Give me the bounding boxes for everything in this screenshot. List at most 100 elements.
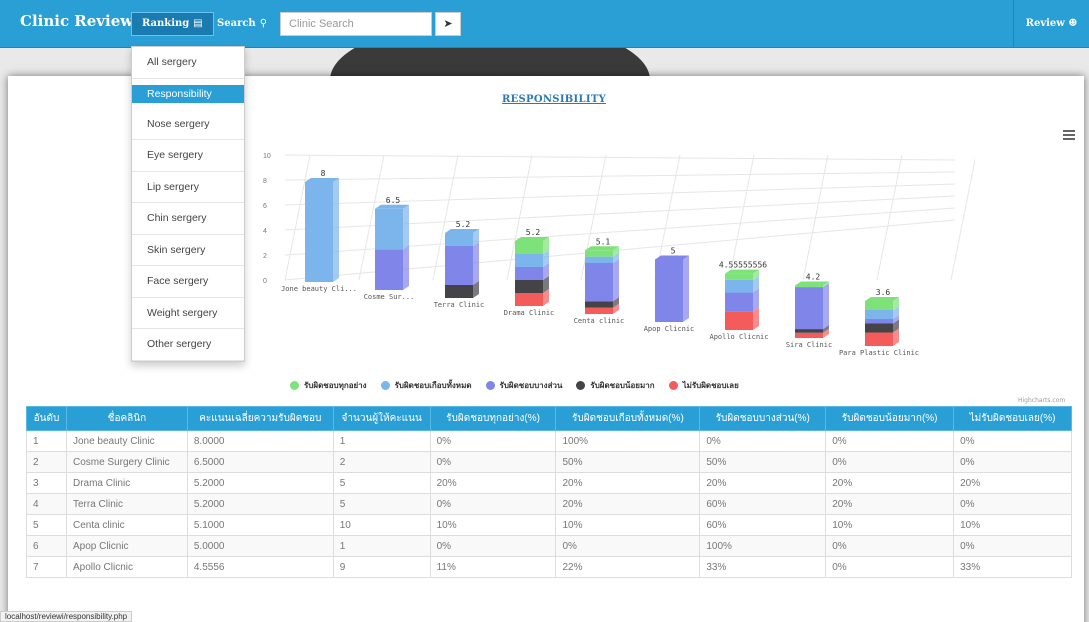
table-cell: 0% bbox=[699, 430, 827, 452]
table-cell: 1 bbox=[26, 430, 67, 452]
data-label: 5.1 bbox=[596, 237, 611, 246]
grid-line bbox=[284, 154, 956, 161]
ranking-menu-button[interactable]: Ranking ▤ bbox=[131, 12, 214, 36]
bar-segment bbox=[585, 256, 613, 263]
table-header-cell[interactable]: คะแนนเฉลี่ยความรับผิดชอบ bbox=[186, 406, 334, 431]
legend-dot-icon bbox=[576, 380, 586, 390]
dropdown-item[interactable]: Other sergery bbox=[132, 329, 244, 361]
table-row[interactable]: 4 Terra Clinic 5.2000 5 0% 20% 60% 20% 0% bbox=[26, 493, 1072, 515]
bar-side bbox=[333, 178, 339, 282]
dropdown-item[interactable]: All sergery bbox=[132, 47, 244, 79]
bar-segment bbox=[795, 285, 823, 288]
y-tick-label: 0 bbox=[263, 278, 267, 285]
table-row[interactable]: 7 Apollo Clicnic 4.5556 9 11% 22% 33% 0% 33% bbox=[26, 556, 1072, 578]
data-label: 5 bbox=[671, 247, 676, 256]
data-label: 5.2 bbox=[456, 220, 471, 229]
legend-item[interactable]: รับผิดชอบทุกอย่าง bbox=[290, 379, 367, 392]
bar-segment bbox=[305, 182, 333, 282]
table-cell: 5.2000 bbox=[186, 472, 334, 494]
table-cell: 8.0000 bbox=[186, 430, 334, 452]
table-cell: 0% bbox=[825, 556, 955, 578]
legend-item[interactable]: รับผิดชอบน้อยมาก bbox=[576, 379, 655, 392]
bar-segment bbox=[725, 273, 753, 280]
bar-segment bbox=[795, 287, 823, 330]
dropdown-item[interactable]: Responsibility bbox=[132, 84, 244, 103]
table-cell: Apop Clicnic bbox=[65, 535, 188, 557]
table-cell: 6 bbox=[26, 535, 67, 557]
bar-segment bbox=[865, 319, 893, 324]
table-header-cell[interactable]: อันดับ bbox=[26, 406, 67, 431]
clinic-search-input[interactable]: Clinic Search bbox=[280, 12, 432, 36]
table-cell: 20% bbox=[825, 472, 955, 494]
legend-item[interactable]: รับผิดชอบบางส่วน bbox=[485, 379, 563, 392]
table-cell: 10% bbox=[429, 514, 557, 536]
responsibility-chart: 0246810คะแนนเฉลี่ยความรับผิดชอบ8Jone bea… bbox=[263, 153, 975, 357]
table-cell: 0% bbox=[429, 493, 557, 515]
review-button[interactable]: Review ☻ bbox=[1013, 0, 1089, 48]
table-cell: 0% bbox=[953, 535, 1072, 557]
table-row[interactable]: 1 Jone beauty Clinic 8.0000 1 0% 100% 0% 0% 0% bbox=[26, 430, 1072, 452]
dropdown-item[interactable]: Nose sergery bbox=[132, 109, 244, 140]
brand-logo[interactable]: Clinic Review bbox=[20, 12, 133, 30]
table-cell: 0% bbox=[953, 451, 1072, 473]
table-row[interactable]: 6 Apop Clicnic 5.0000 1 0% 0% 100% 0% 0% bbox=[26, 535, 1072, 557]
table-row[interactable]: 5 Centa clinic 5.1000 10 10% 10% 60% 10% 10% bbox=[26, 514, 1072, 536]
ranking-label: Ranking bbox=[142, 18, 190, 29]
bar-side bbox=[823, 283, 829, 330]
bar-segment bbox=[865, 310, 893, 319]
bar-segment bbox=[865, 301, 893, 310]
table-cell: 5.1000 bbox=[186, 514, 334, 536]
ranking-dropdown: All sergery Responsibility Nose sergery Eye… bbox=[131, 46, 245, 362]
data-label: 4.2 bbox=[806, 273, 821, 282]
review-label: Review bbox=[1025, 18, 1065, 29]
bar-segment bbox=[445, 285, 473, 298]
chart-credits[interactable]: Highcharts.com bbox=[1018, 397, 1065, 404]
y-tick-label: 4 bbox=[263, 228, 267, 235]
table-header-cell[interactable]: รับผิดชอบเกือบทั้งหมด(%) bbox=[555, 406, 701, 431]
table-cell: 50% bbox=[699, 451, 827, 473]
table-header-cell[interactable]: รับผิดชอบทุกอย่าง(%) bbox=[429, 406, 557, 431]
table-header-cell[interactable]: ชื่อคลินิก bbox=[65, 406, 188, 431]
legend-label: ไม่รับผิดชอบเลย bbox=[682, 380, 739, 390]
chart-menu-icon[interactable] bbox=[1063, 130, 1075, 140]
bar-segment bbox=[655, 259, 683, 322]
y-tick-label: 10 bbox=[263, 153, 271, 160]
table-cell: 20% bbox=[555, 472, 701, 494]
bar-segment bbox=[515, 254, 543, 267]
table-header-cell[interactable]: ไม่รับผิดชอบเลย(%) bbox=[953, 406, 1072, 431]
table-header-cell[interactable]: รับผิดชอบน้อยมาก(%) bbox=[825, 406, 955, 431]
legend-item[interactable]: ไม่รับผิดชอบเลย bbox=[668, 379, 739, 392]
legend-item[interactable]: รับผิดชอบเกือบทั้งหมด bbox=[380, 379, 472, 392]
bar-segment bbox=[725, 292, 753, 312]
dropdown-item[interactable]: Weight sergery bbox=[132, 298, 244, 329]
bar-segment bbox=[515, 293, 543, 306]
legend-label: รับผิดชอบบางส่วน bbox=[499, 380, 563, 390]
table-cell: 10% bbox=[555, 514, 701, 536]
search-menu-button[interactable]: Search ⚲ bbox=[207, 12, 277, 36]
data-label: 4.55555556 bbox=[719, 261, 767, 270]
x-tick-label: Terra Clinic bbox=[434, 301, 485, 309]
table-header-cell[interactable]: จำนวนผู้ให้คะแนน bbox=[332, 406, 431, 431]
table-cell: 10% bbox=[825, 514, 955, 536]
table-header-cell[interactable]: รับผิดชอบบางส่วน(%) bbox=[699, 406, 827, 431]
send-button[interactable]: ➤ bbox=[435, 12, 461, 36]
dropdown-item[interactable]: Chin sergery bbox=[132, 203, 244, 235]
table-row[interactable]: 3 Drama Clinic 5.2000 5 20% 20% 20% 20% 20% bbox=[26, 472, 1072, 494]
table-cell: 0% bbox=[555, 535, 701, 557]
dropdown-item[interactable]: Eye sergery bbox=[132, 140, 244, 172]
dropdown-item[interactable]: Skin sergery bbox=[132, 235, 244, 266]
table-row[interactable]: 2 Cosme Surgery Clinic 6.5000 2 0% 50% 50% 0% 0% bbox=[26, 451, 1072, 473]
dropdown-item[interactable]: Face sergery bbox=[132, 266, 244, 298]
table-cell: 20% bbox=[825, 493, 955, 515]
bar-segment bbox=[585, 301, 613, 308]
search-label: Search bbox=[217, 18, 256, 29]
bar-segment bbox=[795, 332, 823, 338]
y-tick-label: 2 bbox=[263, 253, 267, 260]
legend-label: รับผิดชอบทุกอย่าง bbox=[304, 380, 367, 390]
y-tick-label: 6 bbox=[263, 203, 267, 210]
search-icon: ⚲ bbox=[259, 18, 268, 29]
table-cell: 20% bbox=[429, 472, 557, 494]
dropdown-item[interactable]: Lip sergery bbox=[132, 172, 244, 203]
x-tick-label: Apollo Clicnic bbox=[709, 333, 768, 341]
x-tick-label: Para Plastic Clinic bbox=[839, 349, 919, 357]
